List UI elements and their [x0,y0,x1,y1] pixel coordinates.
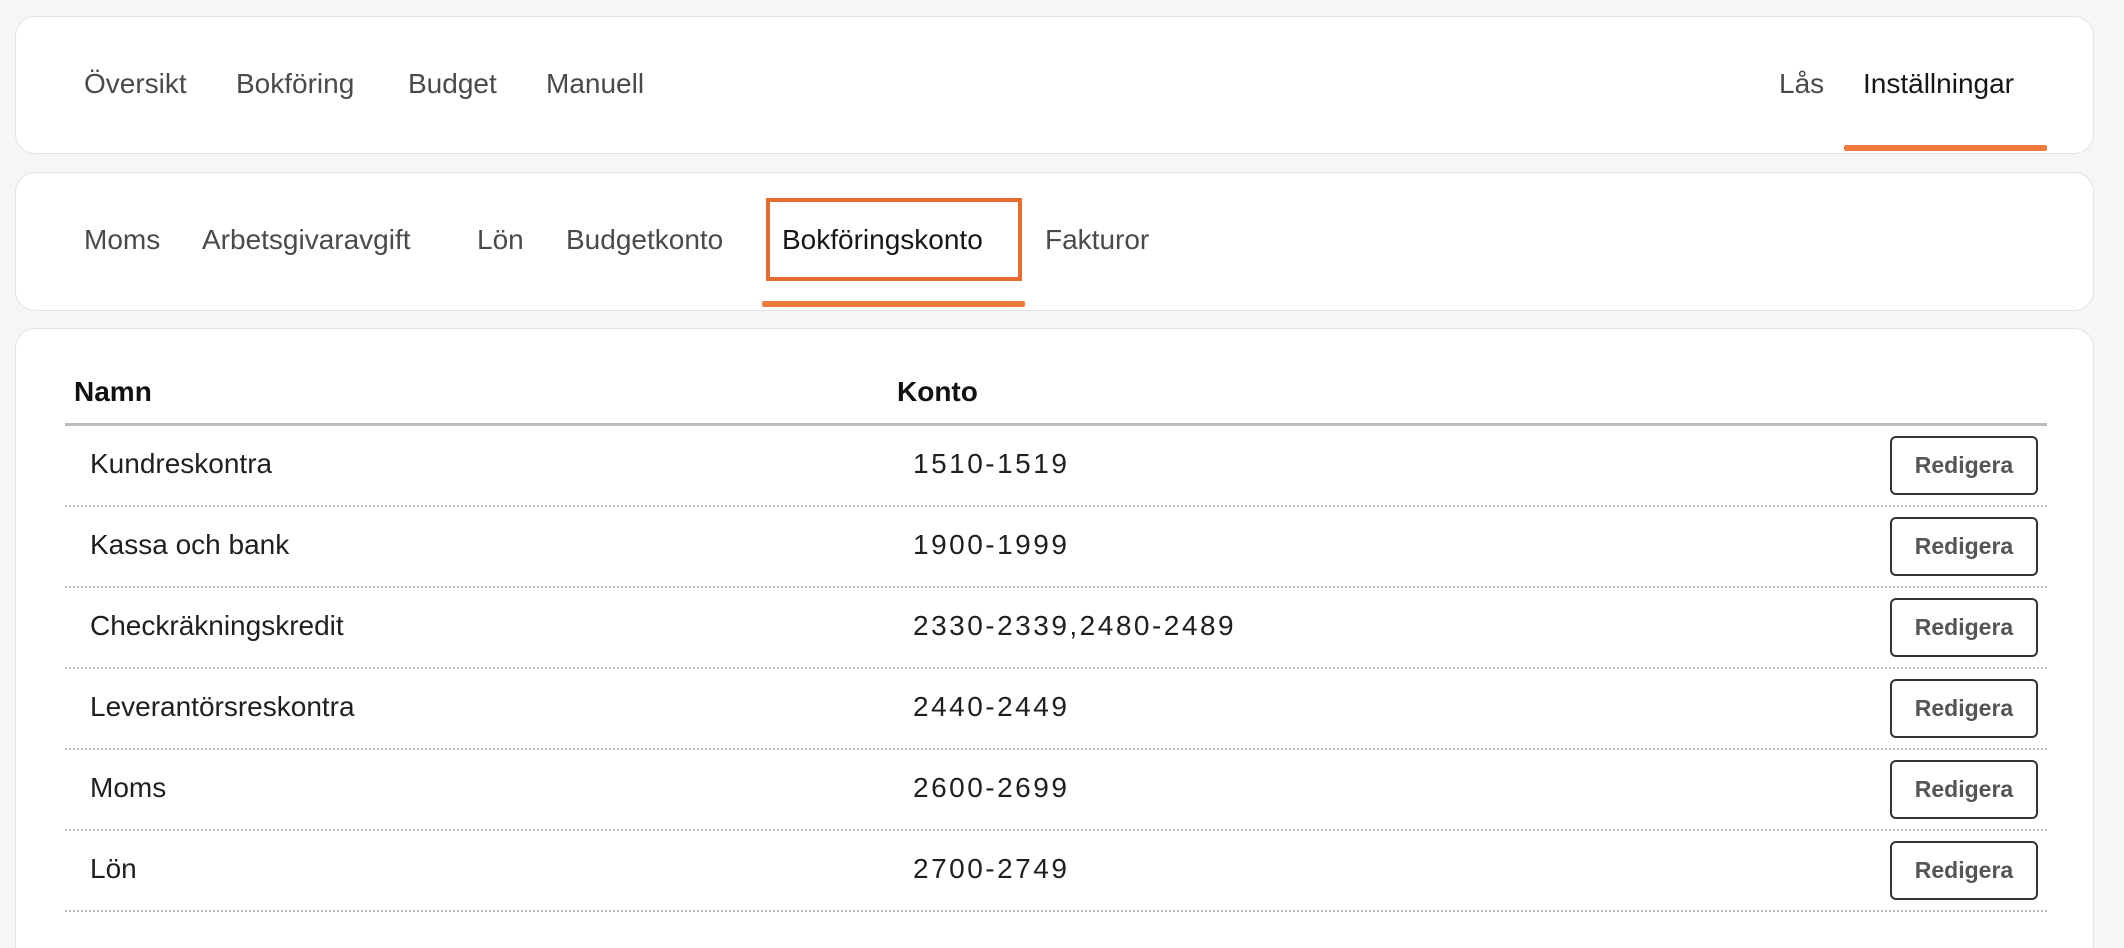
table-row: Kassa och bank 1900-1999 Redigera [65,507,2047,588]
nav-installningar[interactable]: Inställningar [1863,68,2014,100]
edit-button[interactable]: Redigera [1890,517,2038,576]
row-name: Kassa och bank [90,529,290,560]
row-konto: 1510-1519 [913,448,1070,479]
subnav-bokforingskonto[interactable]: Bokföringskonto [782,224,983,256]
row-name: Lön [90,853,137,884]
edit-button[interactable]: Redigera [1890,679,2038,738]
active-subtab-indicator [762,301,1025,307]
subnav-fakturor[interactable]: Fakturor [1045,224,1149,256]
edit-button[interactable]: Redigera [1890,598,2038,657]
nav-budget[interactable]: Budget [408,68,497,100]
row-name: Moms [90,772,167,803]
row-konto: 2330-2339,2480-2489 [913,610,1237,641]
table-row: Leverantörsreskontra 2440-2449 Redigera [65,669,2047,750]
subnav-moms[interactable]: Moms [84,224,160,256]
subnav-budgetkonto[interactable]: Budgetkonto [566,224,723,256]
main-nav-bar: Översikt Bokföring Budget Manuell Lås In… [15,16,2094,154]
edit-button[interactable]: Redigera [1890,841,2038,900]
row-name: Checkräkningskredit [90,610,344,641]
row-name: Kundreskontra [90,448,273,479]
subnav-arbetsgivaravgift[interactable]: Arbetsgivaravgift [202,224,411,256]
table-row: Moms 2600-2699 Redigera [65,750,2047,831]
row-konto: 2440-2449 [913,691,1070,722]
edit-button[interactable]: Redigera [1890,436,2038,495]
active-tab-indicator [1844,145,2047,151]
table-row: Checkräkningskredit 2330-2339,2480-2489 … [65,588,2047,669]
nav-las[interactable]: Lås [1779,68,1824,100]
subnav-lon[interactable]: Lön [477,224,524,256]
nav-manuell[interactable]: Manuell [546,68,644,100]
column-header-konto: Konto [897,376,978,407]
column-header-namn: Namn [74,376,152,407]
accounts-table-card: Namn Konto Kundreskontra 1510-1519 Redig… [15,328,2094,948]
edit-button[interactable]: Redigera [1890,760,2038,819]
row-konto: 1900-1999 [913,529,1070,560]
row-konto: 2700-2749 [913,853,1070,884]
row-name: Leverantörsreskontra [90,691,355,722]
nav-bokforing[interactable]: Bokföring [236,68,354,100]
row-konto: 2600-2699 [913,772,1070,803]
nav-oversikt[interactable]: Översikt [84,68,187,100]
settings-subnav-bar: Moms Arbetsgivaravgift Lön Budgetkonto B… [15,172,2094,311]
table-row: Lön 2700-2749 Redigera [65,831,2047,912]
table-row: Kundreskontra 1510-1519 Redigera [65,426,2047,507]
